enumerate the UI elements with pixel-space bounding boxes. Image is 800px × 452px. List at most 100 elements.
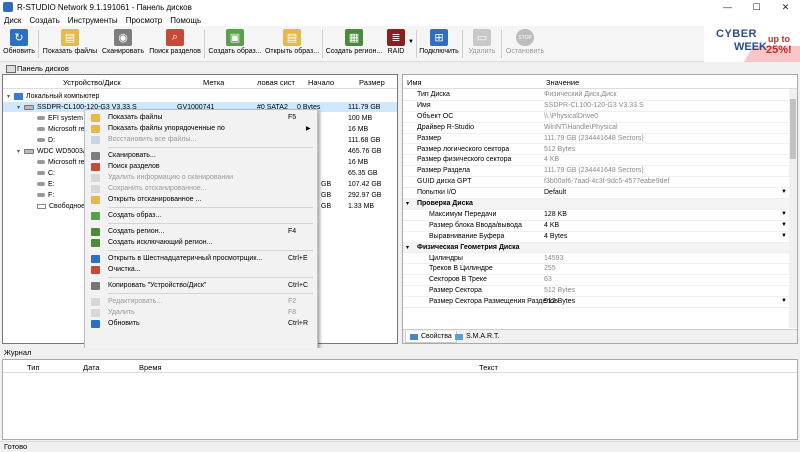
property-value[interactable]: 4 KB xyxy=(544,222,559,229)
property-value[interactable]: 128 KB xyxy=(544,211,567,218)
stop-icon: STOP xyxy=(516,29,534,46)
menu-tools[interactable]: Инструменты xyxy=(64,16,122,25)
menu-separator xyxy=(108,223,313,224)
dropdown-icon[interactable]: ▼ xyxy=(781,211,787,217)
minimize-button[interactable]: — xyxy=(713,0,742,14)
find-partitions-button[interactable]: ⌕ Поиск разделов xyxy=(148,29,202,61)
property-value: 111.79 GB (234441648 Sectors) xyxy=(544,167,644,175)
context-menu-item[interactable]: Сохранить отсканированное... xyxy=(85,183,317,194)
create-image-button[interactable]: ▣ Создать образ... xyxy=(207,29,263,61)
maximize-button[interactable]: ☐ xyxy=(742,0,771,14)
dropdown-icon[interactable]: ▼ xyxy=(781,189,787,195)
property-row[interactable]: Размер блока Ввода/вывода 4 KB ▼ xyxy=(403,221,789,232)
menu-separator xyxy=(108,207,313,208)
property-row[interactable]: Размер 111.79 GB (234441648 Sectors) xyxy=(403,134,789,145)
log-column-date[interactable]: Дата xyxy=(83,363,100,372)
promo-banner[interactable]: CYBER WEEK up to 25%! xyxy=(704,26,800,62)
context-menu-item[interactable]: Удалить информацию о сканировании xyxy=(85,172,317,183)
context-menu-item[interactable]: Удалить F8 xyxy=(85,307,317,318)
dropdown-icon[interactable]: ▼ xyxy=(781,298,787,304)
property-value[interactable]: 512 Bytes xyxy=(544,298,575,305)
context-menu-item[interactable]: Открыть отсканированное ... xyxy=(85,194,317,205)
connect-button[interactable]: ⊞ Подключить xyxy=(419,29,459,61)
property-row[interactable]: Тип Диска Физический Диск,Диск xyxy=(403,90,789,101)
show-files-button[interactable]: ▤ Показать файлы xyxy=(42,29,98,61)
property-row[interactable]: Объект ОС \\.\PhysicalDrive0 xyxy=(403,112,789,123)
log-column-time[interactable]: Время xyxy=(139,363,162,372)
context-menu-item[interactable]: Редактировать... F2 xyxy=(85,296,317,307)
property-name: Треков В Цилиндре xyxy=(429,265,493,273)
property-group[interactable]: ▾ Проверка Диска xyxy=(403,199,789,210)
menu-disk[interactable]: Диск xyxy=(0,16,25,25)
open-image-button[interactable]: ▤ Открыть образ... xyxy=(264,29,320,61)
context-menu-item[interactable]: Создать исключающий регион... xyxy=(85,237,317,248)
context-menu-item[interactable]: Поиск разделов xyxy=(85,161,317,172)
log-column-text[interactable]: Текст xyxy=(479,363,498,372)
context-menu-item[interactable]: Очистка... xyxy=(85,264,317,275)
property-value[interactable]: 4 Bytes xyxy=(544,233,567,240)
raid-dropdown-icon[interactable]: ▼ xyxy=(408,39,414,45)
context-menu-item[interactable]: Показать файлы F5 xyxy=(85,112,317,123)
column-filesystem[interactable]: ловая сист xyxy=(257,78,295,87)
context-menu-item[interactable]: Копировать "Устройство/Диск" Ctrl+C xyxy=(85,280,317,291)
dropdown-icon[interactable]: ▼ xyxy=(781,233,787,239)
context-menu-item[interactable]: Восстановить все файлы... xyxy=(85,134,317,145)
property-row[interactable]: Имя SSDPR-CL100-120-G3 V3.33.S xyxy=(403,101,789,112)
tab-smart[interactable]: S.M.A.R.T. xyxy=(451,331,503,343)
context-menu-item[interactable]: Создать регион... F4 xyxy=(85,226,317,237)
create-region-button[interactable]: ▦ Создать регион... xyxy=(325,29,383,61)
column-label[interactable]: Метка xyxy=(203,78,224,87)
property-row[interactable]: Размер физического сектора 4 KB xyxy=(403,155,789,167)
context-menu-item[interactable]: Создать образ... xyxy=(85,210,317,221)
property-row[interactable]: Размер Сектора Размещения Разделов 512 By… xyxy=(403,297,789,308)
column-device[interactable]: Устройство/Диск xyxy=(63,78,121,87)
property-row[interactable]: GUID диска GPT f3b00af6-7aad-4c3f-9dc5-45… xyxy=(403,177,789,189)
menu-view[interactable]: Просмотр xyxy=(122,16,167,25)
refresh-button[interactable]: ↻ Обновить xyxy=(2,29,36,61)
context-menu-item[interactable]: Сканировать... xyxy=(85,150,317,161)
property-row[interactable]: Выравнивание Буфера 4 Bytes ▼ xyxy=(403,232,789,243)
properties-scrollbar[interactable] xyxy=(789,89,797,328)
drive-panel-tab[interactable]: Панель дисков xyxy=(6,64,69,73)
stop-button[interactable]: STOP Остановить xyxy=(504,29,546,61)
property-group[interactable]: ▾ Физическая Геометрия Диска xyxy=(403,242,789,254)
collapse-icon[interactable]: ▾ xyxy=(7,93,14,100)
close-button[interactable]: ✕ xyxy=(771,0,800,14)
property-row[interactable]: Цилиндры 14593 xyxy=(403,254,789,265)
context-menu-item[interactable]: Показать файлы упорядоченные по ▶ xyxy=(85,123,317,134)
property-row[interactable]: Максимум Передачи 128 KB ▼ xyxy=(403,210,789,221)
context-menu-item[interactable]: Открыть в Шестнадцатеричный просмотрщик.… xyxy=(85,253,317,264)
panel-tab-bar: Панель дисков xyxy=(0,62,800,74)
property-row[interactable]: Драйвер R-Studio WinNT\Handle\Physical xyxy=(403,123,789,134)
menu-create[interactable]: Создать xyxy=(25,16,63,25)
collapse-icon[interactable]: ▾ xyxy=(17,148,24,155)
context-menu-item[interactable]: Обновить Ctrl+R xyxy=(85,318,317,329)
column-size[interactable]: Размер xyxy=(359,78,385,87)
property-value[interactable]: Default xyxy=(544,189,566,196)
property-row[interactable]: Треков В Цилиндре 255 xyxy=(403,264,789,276)
column-start[interactable]: Начало xyxy=(308,78,334,87)
computer-icon xyxy=(14,92,23,100)
log-column-type[interactable]: Тип xyxy=(27,363,40,372)
property-row[interactable]: Секторов В Треке 63 xyxy=(403,275,789,287)
property-value: 255 xyxy=(544,265,556,273)
dropdown-icon[interactable]: ▼ xyxy=(781,222,787,228)
property-row[interactable]: Размер Сектора 512 Bytes xyxy=(403,286,789,298)
tree-row-local-computer[interactable]: ▾ Локальный компьютер xyxy=(3,91,397,101)
delete-button[interactable]: ▭ Удалить xyxy=(466,29,498,61)
collapse-icon[interactable]: ▾ xyxy=(17,104,24,111)
properties-tabs: Свойства S.M.A.R.T. xyxy=(403,329,797,343)
column-name[interactable]: Имя xyxy=(407,78,422,87)
scan-button[interactable]: ◉ Сканировать xyxy=(100,29,146,61)
property-row[interactable]: Попытки I/O Default ▼ xyxy=(403,188,789,199)
scrollbar-thumb[interactable] xyxy=(790,99,796,159)
tab-properties[interactable]: Свойства xyxy=(405,331,457,343)
menu-help[interactable]: Помощь xyxy=(166,16,205,25)
property-name: Объект ОС xyxy=(417,112,454,120)
raid-button[interactable]: ≣ RAID xyxy=(385,29,407,61)
property-row[interactable]: Размер Раздела 111.79 GB (234441648 Secto… xyxy=(403,166,789,178)
collapse-icon[interactable]: ▾ xyxy=(406,200,409,207)
column-value[interactable]: Значение xyxy=(546,78,579,87)
collapse-icon[interactable]: ▾ xyxy=(406,244,409,251)
property-row[interactable]: Размер логического сектора 512 Bytes xyxy=(403,145,789,156)
